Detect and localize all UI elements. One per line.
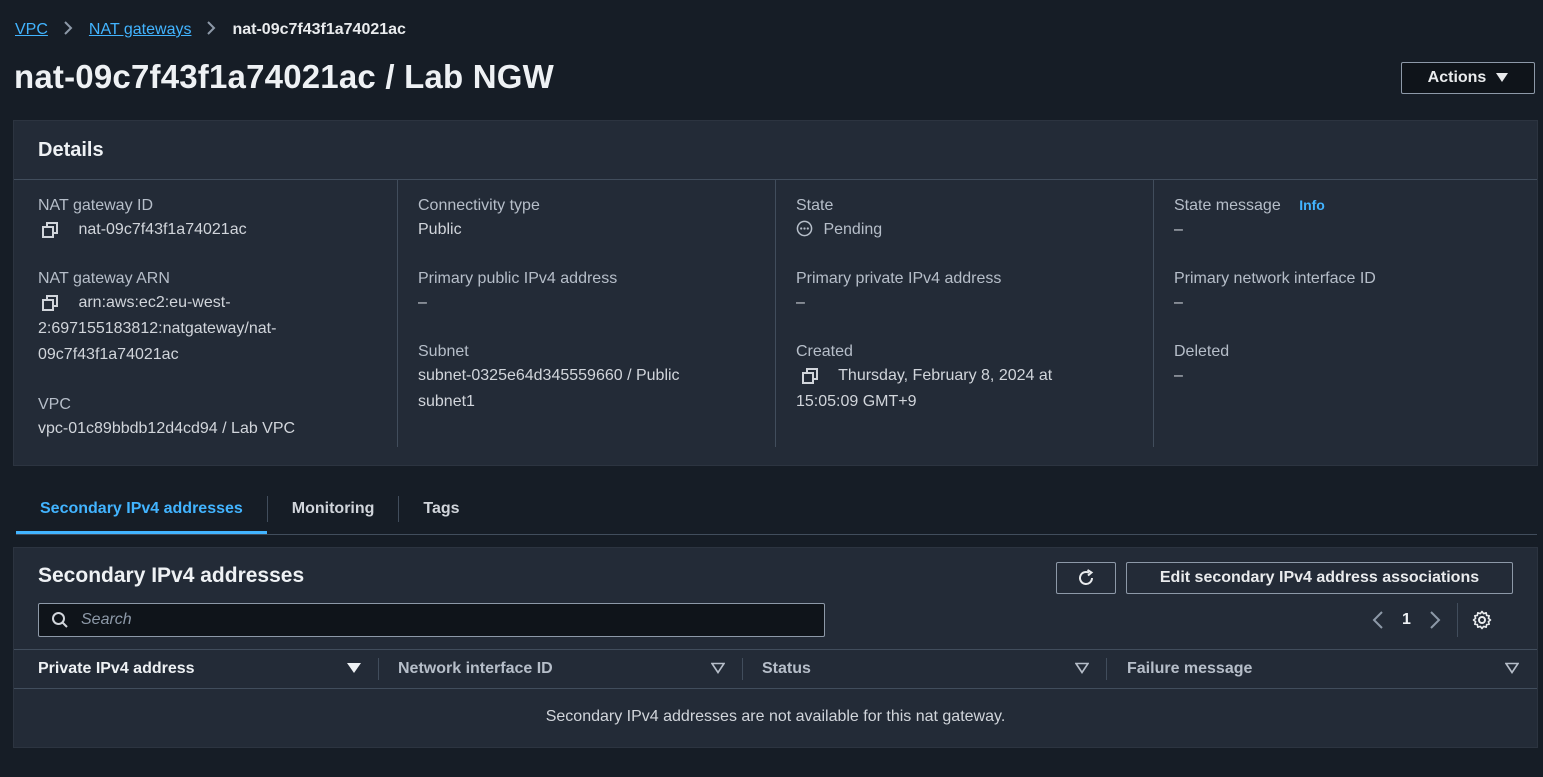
tab-monitoring[interactable]: Monitoring	[268, 490, 399, 528]
details-column-4: State message Info – Primary network int…	[1153, 179, 1538, 447]
sort-icon[interactable]	[1505, 662, 1519, 674]
pagination: 1	[1372, 603, 1492, 637]
details-column-2: Connectivity type Public Primary public …	[397, 179, 776, 447]
actions-label: Actions	[1427, 69, 1487, 86]
refresh-button[interactable]	[1056, 562, 1116, 594]
primary-public-ipv4-value: –	[418, 294, 427, 311]
deleted-label: Deleted	[1174, 343, 1230, 360]
empty-table-message: Secondary IPv4 addresses are not availab…	[545, 708, 1006, 725]
created-field: Created Thursday, February 8, 2024 at 15…	[796, 343, 1052, 415]
edit-secondary-ipv4-associations-button[interactable]: Edit secondary IPv4 address associations	[1126, 562, 1513, 594]
search-box	[38, 603, 825, 637]
subnet-link[interactable]: subnet-0325e64d345559660 / Public subnet…	[418, 363, 680, 415]
page-title: nat-09c7f43f1a74021ac / Lab NGW	[14, 58, 554, 95]
secondary-ipv4-title: Secondary IPv4 addresses	[38, 564, 305, 587]
deleted-field: Deleted –	[1174, 343, 1229, 389]
tab-secondary-ipv4-addresses[interactable]: Secondary IPv4 addresses	[16, 490, 267, 534]
nat-gateway-arn-line-1: arn:aws:ec2:eu-west-	[78, 294, 231, 311]
column-label: Network interface ID	[398, 660, 553, 677]
copy-icon[interactable]	[42, 221, 58, 238]
state-value: Pending	[823, 221, 883, 238]
tab-bar: Secondary IPv4 addresses Monitoring Tags	[16, 490, 1537, 535]
deleted-value: –	[1174, 367, 1183, 384]
info-link[interactable]: Info	[1299, 197, 1325, 213]
breadcrumb-nat-gateways-link[interactable]: NAT gateways	[89, 21, 192, 39]
breadcrumb-current: nat-09c7f43f1a74021ac	[232, 21, 406, 38]
primary-private-ipv4-field: Primary private IPv4 address –	[796, 270, 1001, 316]
search-icon	[52, 612, 68, 628]
details-panel: Details NAT gateway ID nat-09c7f43f1a740…	[14, 121, 1537, 465]
nat-gateway-id-label: NAT gateway ID	[38, 197, 154, 214]
breadcrumb-vpc-link[interactable]: VPC	[15, 21, 48, 39]
details-column-1: NAT gateway ID nat-09c7f43f1a74021ac NAT…	[38, 179, 398, 447]
column-header-status[interactable]: Status	[743, 650, 1107, 688]
primary-network-interface-label: Primary network interface ID	[1174, 270, 1376, 287]
pending-status-icon	[796, 220, 813, 237]
vpc-label: VPC	[38, 396, 71, 413]
subnet-field: Subnet subnet-0325e64d345559660 / Public…	[418, 343, 680, 415]
subnet-link-line-2[interactable]: subnet1	[418, 393, 475, 410]
vpc-link[interactable]: vpc-01c89bbdb12d4cd94 / Lab VPC	[38, 416, 295, 442]
created-line-1: Thursday, February 8, 2024 at	[838, 367, 1053, 384]
nat-gateway-id-value: nat-09c7f43f1a74021ac	[78, 221, 247, 238]
actions-button[interactable]: Actions	[1401, 62, 1535, 94]
refresh-icon	[1079, 569, 1094, 585]
connectivity-type-label: Connectivity type	[418, 197, 540, 214]
copy-icon[interactable]	[802, 367, 818, 384]
state-field: State Pending	[796, 197, 882, 243]
nat-gateway-arn-field: NAT gateway ARN arn:aws:ec2:eu-west- 2:6…	[38, 270, 276, 368]
state-message-label: State message	[1174, 197, 1281, 214]
column-header-failure-message[interactable]: Failure message	[1107, 650, 1537, 688]
primary-public-ipv4-label: Primary public IPv4 address	[418, 270, 618, 287]
state-message-value: –	[1174, 221, 1183, 238]
state-label: State	[796, 197, 834, 214]
primary-private-ipv4-label: Primary private IPv4 address	[796, 270, 1002, 287]
caret-down-icon	[1496, 73, 1509, 82]
column-label: Status	[762, 660, 811, 677]
state-message-field: State message Info –	[1174, 197, 1325, 243]
chevron-right-icon	[207, 21, 216, 39]
nat-gateway-arn-line-3: 09c7f43f1a74021ac	[38, 346, 179, 363]
sort-icon[interactable]	[711, 662, 725, 674]
search-input[interactable]	[79, 610, 803, 630]
created-label: Created	[796, 343, 853, 360]
page-number[interactable]: 1	[1402, 611, 1411, 629]
sort-icon[interactable]	[1075, 662, 1089, 674]
column-header-private-ipv4[interactable]: Private IPv4 address	[14, 650, 379, 688]
connectivity-type-value: Public	[418, 221, 462, 238]
nat-gateway-id-field: NAT gateway ID nat-09c7f43f1a74021ac	[38, 197, 247, 243]
pager-divider	[1456, 603, 1458, 637]
details-header: Details	[14, 121, 1537, 180]
details-column-3: State Pending Primary private IPv4 addre…	[775, 179, 1154, 447]
primary-private-ipv4-value: –	[796, 294, 805, 311]
secondary-ipv4-panel: Secondary IPv4 addresses Edit secondary …	[14, 548, 1537, 747]
connectivity-type-field: Connectivity type Public	[418, 197, 540, 243]
created-line-2: 15:05:09 GMT+9	[796, 393, 917, 410]
sort-descending-icon[interactable]	[347, 662, 361, 674]
chevron-right-icon	[64, 21, 73, 39]
subnet-label: Subnet	[418, 343, 469, 360]
nat-gateway-arn-line-2: 2:697155183812:natgateway/nat-	[38, 320, 277, 337]
tab-tags[interactable]: Tags	[399, 490, 483, 528]
primary-public-ipv4-field: Primary public IPv4 address –	[418, 270, 617, 316]
gear-icon[interactable]	[1472, 610, 1492, 630]
chevron-left-icon[interactable]	[1372, 610, 1384, 630]
breadcrumb: VPC NAT gateways nat-09c7f43f1a74021ac	[15, 18, 406, 42]
primary-network-interface-field: Primary network interface ID –	[1174, 270, 1376, 316]
subnet-link-line-1[interactable]: subnet-0325e64d345559660 / Public	[418, 367, 680, 384]
primary-network-interface-value: –	[1174, 294, 1183, 311]
column-header-network-interface-id[interactable]: Network interface ID	[379, 650, 743, 688]
chevron-right-icon[interactable]	[1429, 610, 1441, 630]
copy-icon[interactable]	[42, 294, 58, 311]
vpc-field: VPC vpc-01c89bbdb12d4cd94 / Lab VPC	[38, 396, 295, 442]
nat-gateway-arn-label: NAT gateway ARN	[38, 270, 170, 287]
column-label: Private IPv4 address	[38, 660, 195, 677]
table-header: Private IPv4 address Network interface I…	[14, 649, 1537, 689]
column-label: Failure message	[1127, 660, 1253, 677]
